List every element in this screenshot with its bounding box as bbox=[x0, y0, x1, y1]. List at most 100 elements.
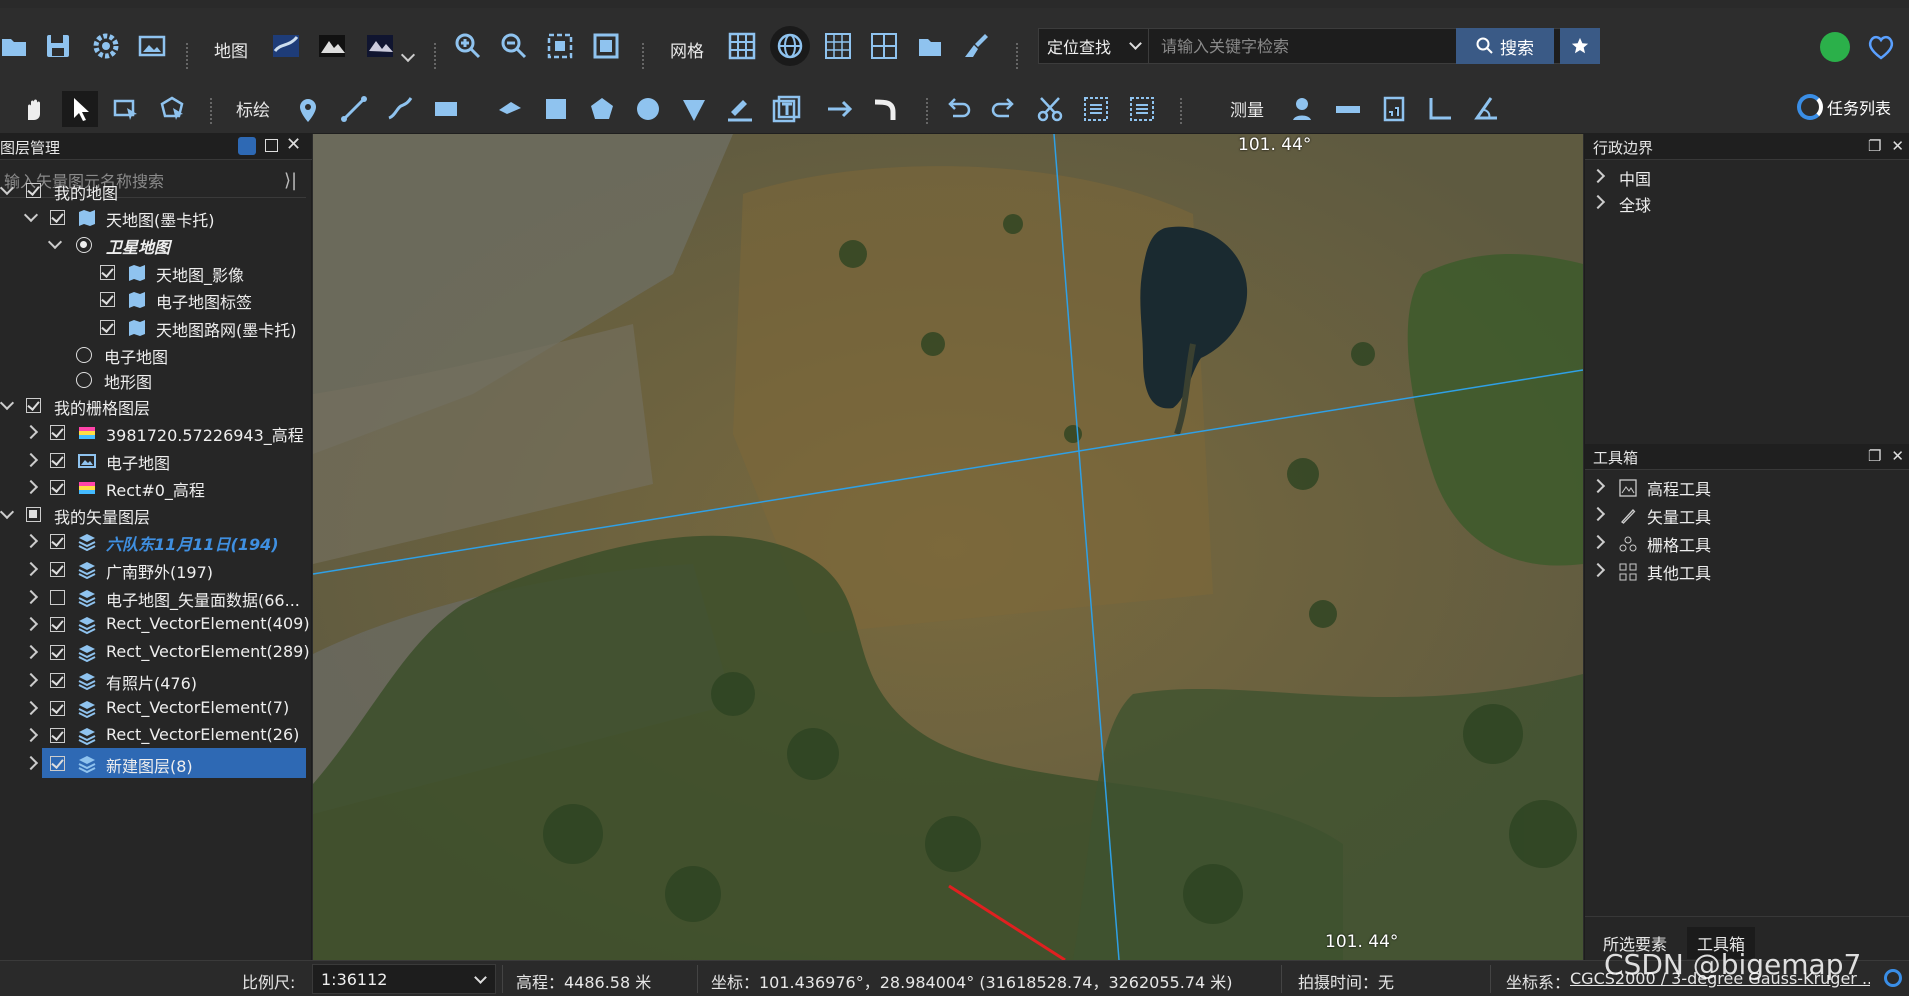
layer-checkbox[interactable] bbox=[100, 320, 115, 335]
chevron-right-icon[interactable] bbox=[23, 479, 39, 495]
float-panel-icon[interactable]: ❐ bbox=[1868, 447, 1881, 465]
select-arrow-icon[interactable] bbox=[62, 91, 98, 127]
admin-item-global[interactable]: 全球 bbox=[1585, 188, 1909, 218]
chevron-down-icon[interactable] bbox=[23, 207, 39, 223]
chevron-right-icon[interactable] bbox=[23, 644, 39, 660]
keyword-search-input[interactable] bbox=[1149, 29, 1455, 63]
grid-icon[interactable] bbox=[724, 28, 760, 64]
chevron-right-icon[interactable] bbox=[23, 755, 39, 771]
location-measure-icon[interactable] bbox=[1284, 91, 1320, 127]
layer-checkbox[interactable] bbox=[50, 756, 65, 771]
draw-label[interactable]: 标绘 bbox=[236, 96, 270, 121]
layer-checkbox[interactable] bbox=[26, 507, 41, 522]
area-measure-icon[interactable] bbox=[1376, 91, 1412, 127]
chevron-down-icon[interactable] bbox=[47, 234, 63, 250]
pan-hand-icon[interactable] bbox=[16, 91, 52, 127]
distance-ruler-icon[interactable] bbox=[1330, 91, 1366, 127]
tree-item-satellite[interactable]: 卫星地图 bbox=[0, 230, 312, 260]
full-extent-icon[interactable] bbox=[588, 28, 624, 64]
layer-checkbox[interactable] bbox=[50, 701, 65, 716]
tree-item-vector-layer[interactable]: 广南野外(197) bbox=[0, 555, 312, 585]
text-annotation-icon[interactable] bbox=[768, 91, 804, 127]
polygon-select-icon[interactable] bbox=[154, 91, 190, 127]
chevron-down-icon[interactable] bbox=[0, 180, 15, 196]
layer-checkbox[interactable] bbox=[50, 453, 65, 468]
chevron-right-icon[interactable] bbox=[23, 533, 39, 549]
save-icon[interactable] bbox=[40, 28, 76, 64]
marker-icon[interactable] bbox=[290, 91, 326, 127]
tree-item-elevation-2[interactable]: Rect#0_高程 bbox=[0, 473, 312, 503]
toolbox-item-vector[interactable]: 矢量工具 bbox=[1585, 500, 1909, 530]
scissors-icon[interactable] bbox=[1032, 91, 1068, 127]
tree-item-tianditu[interactable]: 天地图(墨卡托) bbox=[0, 203, 312, 233]
layer-checkbox[interactable] bbox=[26, 183, 41, 198]
freehand-line-icon[interactable] bbox=[382, 91, 418, 127]
wechat-icon[interactable] bbox=[1820, 32, 1850, 62]
layer-checkbox[interactable] bbox=[26, 398, 41, 413]
tree-item-road-network[interactable]: 天地图路网(墨卡托) bbox=[0, 313, 312, 343]
chevron-right-icon[interactable] bbox=[23, 727, 39, 743]
label-line-icon[interactable] bbox=[722, 91, 758, 127]
chevron-right-icon[interactable] bbox=[23, 589, 39, 605]
import-grid-icon[interactable] bbox=[912, 28, 948, 64]
tree-item-raster-map[interactable]: 电子地图 bbox=[0, 446, 312, 476]
layer-checkbox[interactable] bbox=[50, 210, 65, 225]
favorite-button[interactable] bbox=[1560, 28, 1600, 64]
tree-item-map-labels[interactable]: 电子地图标签 bbox=[0, 285, 312, 315]
terrain-map-icon[interactable] bbox=[314, 28, 350, 64]
scale-select[interactable]: 1:36112 bbox=[312, 964, 496, 994]
chevron-right-icon[interactable] bbox=[23, 672, 39, 688]
location-select[interactable]: 定位查找 bbox=[1039, 29, 1149, 63]
box-select-icon[interactable] bbox=[108, 91, 144, 127]
sector-icon[interactable] bbox=[676, 91, 712, 127]
toolbox-item-raster[interactable]: 栅格工具 bbox=[1585, 528, 1909, 558]
search-button[interactable]: 搜索 bbox=[1456, 28, 1554, 64]
zoom-in-icon[interactable] bbox=[450, 28, 486, 64]
layer-checkbox[interactable] bbox=[50, 645, 65, 660]
measure-label[interactable]: 测量 bbox=[1230, 96, 1264, 121]
map-canvas[interactable]: 101. 44° 101. 44° bbox=[313, 134, 1583, 960]
layer-checkbox[interactable] bbox=[50, 480, 65, 495]
tree-group-my-maps[interactable]: 我的地图 bbox=[0, 176, 312, 206]
tree-item-new-layer[interactable]: 新建图层(8) bbox=[0, 748, 312, 779]
grid-label[interactable]: 网格 bbox=[670, 37, 704, 62]
float-panel-icon[interactable] bbox=[265, 139, 278, 152]
layer-search-icon[interactable] bbox=[238, 137, 256, 155]
layer-checkbox[interactable] bbox=[50, 562, 65, 577]
pentagon-icon[interactable] bbox=[584, 91, 620, 127]
toolbox-item-elevation[interactable]: 高程工具 bbox=[1585, 472, 1909, 502]
night-map-icon[interactable] bbox=[362, 28, 398, 64]
layer-checkbox[interactable] bbox=[100, 265, 115, 280]
settings-icon[interactable] bbox=[88, 28, 124, 64]
tree-item-vector-layer[interactable]: Rect_VectorElement(7) bbox=[0, 694, 312, 724]
tree-group-raster[interactable]: 我的栅格图层 bbox=[0, 391, 312, 421]
select-list-icon[interactable] bbox=[1078, 91, 1114, 127]
chevron-right-icon[interactable] bbox=[23, 424, 39, 440]
chevron-right-icon[interactable] bbox=[23, 616, 39, 632]
basemap-radio[interactable] bbox=[76, 237, 92, 253]
close-icon[interactable]: ✕ bbox=[1891, 137, 1904, 155]
basemap-radio[interactable] bbox=[76, 347, 92, 363]
zoom-out-icon[interactable] bbox=[496, 28, 532, 64]
settings-gear-icon[interactable] bbox=[1884, 969, 1902, 987]
curved-arrow-icon[interactable] bbox=[868, 91, 904, 127]
task-list-button[interactable]: 任务列表 bbox=[1797, 92, 1891, 122]
tree-item-vector-layer[interactable]: Rect_VectorElement(409) bbox=[0, 610, 312, 640]
tree-item-elevation-1[interactable]: 3981720.57226943_高程 bbox=[0, 418, 312, 448]
close-icon[interactable]: ✕ bbox=[286, 134, 301, 155]
layer-checkbox[interactable] bbox=[50, 728, 65, 743]
km-grid-icon[interactable] bbox=[820, 28, 856, 64]
angle-measure-icon[interactable] bbox=[1422, 91, 1458, 127]
azimuth-measure-icon[interactable] bbox=[1468, 91, 1504, 127]
chevron-down-icon[interactable] bbox=[400, 47, 416, 63]
close-icon[interactable]: ✕ bbox=[1891, 447, 1904, 465]
toolbox-item-other[interactable]: 其他工具 bbox=[1585, 556, 1909, 586]
redo-icon[interactable] bbox=[986, 91, 1022, 127]
freehand-polygon-icon[interactable] bbox=[492, 91, 528, 127]
chevron-down-icon[interactable] bbox=[0, 504, 15, 520]
tree-item-vector-layer[interactable]: 电子地图_矢量面数据(66... bbox=[0, 583, 312, 613]
lnglat-grid-icon[interactable] bbox=[770, 26, 810, 66]
chevron-down-icon[interactable] bbox=[0, 395, 15, 411]
layer-checkbox[interactable] bbox=[50, 617, 65, 632]
float-panel-icon[interactable]: ❐ bbox=[1868, 137, 1881, 155]
